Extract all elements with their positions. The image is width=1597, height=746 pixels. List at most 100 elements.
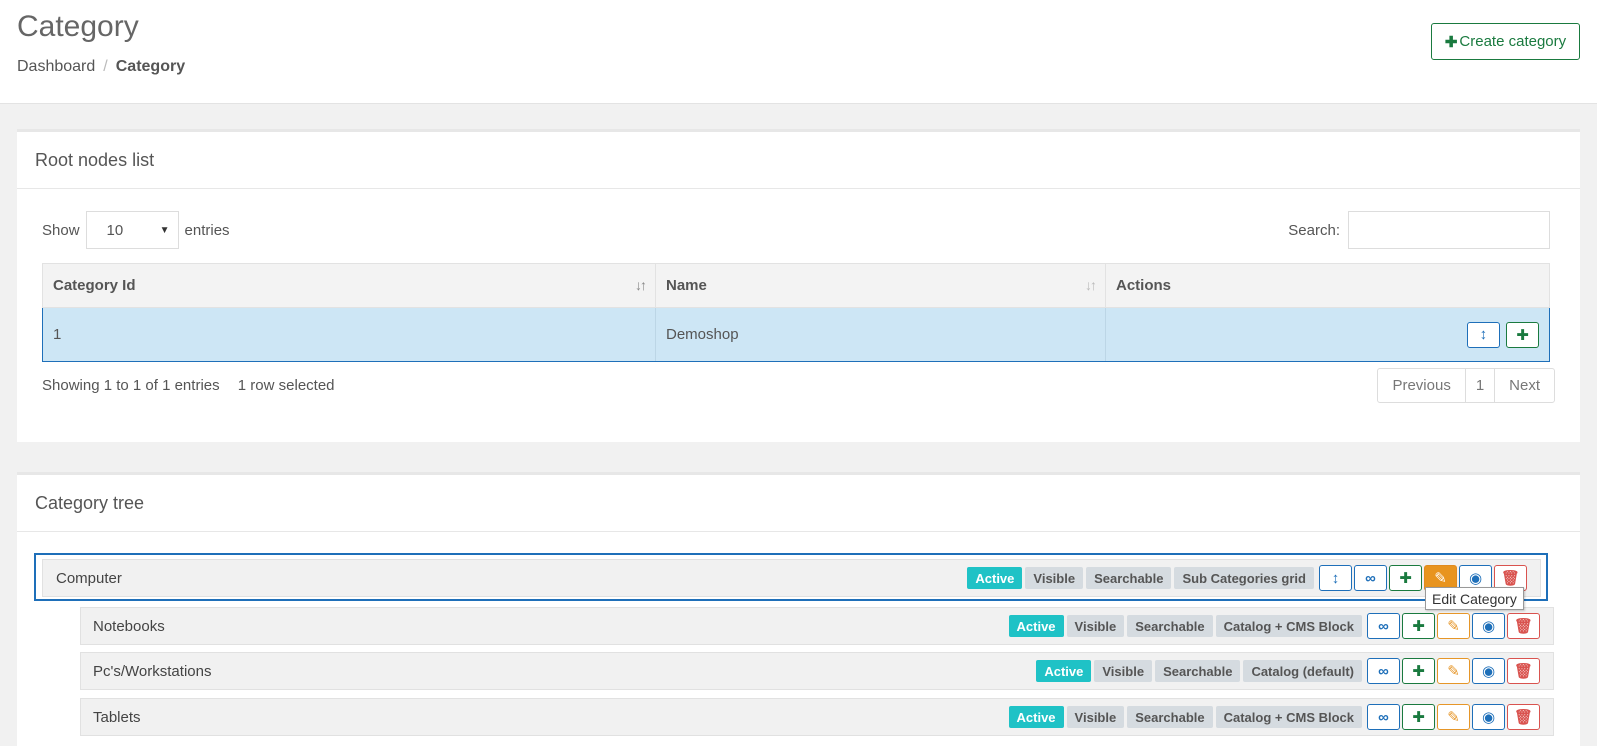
pencil-icon: ✎ (1447, 663, 1460, 680)
vertical-arrows-icon: ↕ (1479, 326, 1488, 343)
status-badge-searchable: Searchable (1127, 706, 1213, 728)
status-badge-searchable: Searchable (1155, 660, 1241, 682)
table-info: Showing 1 to 1 of 1 entries 1 row select… (42, 377, 335, 394)
search-control: Search: (1288, 211, 1550, 249)
root-nodes-table: Category Id ↓↑ Name ↓↑ Actions 1 Demosho… (42, 263, 1550, 362)
tree-node-label: Computer (56, 569, 122, 587)
status-badge-active: Active (1008, 706, 1064, 728)
tree-node-notebooks[interactable]: Notebooks Active Visible Searchable Cata… (80, 607, 1554, 645)
status-badge-active: Active (967, 567, 1023, 589)
link-button[interactable]: ∞ (1367, 704, 1400, 730)
link-button[interactable]: ∞ (1367, 658, 1400, 684)
column-header-category-id[interactable]: Category Id ↓↑ (42, 263, 656, 308)
edit-category-button[interactable]: ✎ (1437, 658, 1470, 684)
add-child-button[interactable]: ✚ (1389, 565, 1422, 591)
add-child-button[interactable]: ✚ (1402, 658, 1435, 684)
panel-title: Category tree (17, 475, 1580, 532)
link-icon: ∞ (1378, 662, 1389, 680)
search-input[interactable] (1348, 211, 1550, 249)
tree-node-controls: Active Visible Searchable Catalog (defau… (1036, 658, 1540, 684)
show-label: Show (42, 221, 80, 239)
tree-node-label: Tablets (93, 708, 141, 726)
column-header-actions: Actions (1105, 263, 1550, 308)
edit-category-tooltip: Edit Category (1425, 587, 1524, 610)
page-length-select[interactable]: 10 ▼ (85, 211, 179, 249)
status-badge-visible: Visible (1066, 706, 1125, 728)
page-1-button[interactable]: 1 (1464, 369, 1494, 402)
add-child-button[interactable]: ✚ (1506, 321, 1539, 348)
eye-icon: ◉ (1481, 663, 1496, 680)
breadcrumb-dashboard-link[interactable]: Dashboard (17, 58, 95, 75)
column-header-name[interactable]: Name ↓↑ (655, 263, 1106, 308)
next-page-button[interactable]: Next (1494, 369, 1554, 402)
previous-page-button[interactable]: Previous (1378, 369, 1464, 402)
tree-node-label: Pc's/Workstations (93, 662, 212, 680)
cell-category-id: 1 (42, 307, 656, 362)
table-row[interactable]: 1 Demoshop ↕ ✚ (42, 307, 1550, 362)
eye-icon: ◉ (1468, 570, 1483, 587)
tree-node-tablets[interactable]: Tablets Active Visible Searchable Catalo… (80, 698, 1554, 736)
status-badge-template: Catalog + CMS Block (1215, 706, 1362, 728)
cell-actions: ↕ ✚ (1105, 307, 1550, 362)
delete-button[interactable]: 🗑 (1507, 613, 1540, 639)
plus-icon: ✚ (1444, 33, 1458, 51)
status-badge-visible: Visible (1094, 660, 1153, 682)
move-button[interactable]: ↕ (1319, 565, 1352, 591)
link-icon: ∞ (1365, 569, 1376, 587)
plus-icon: ✚ (1412, 709, 1425, 726)
create-category-button[interactable]: ✚ Create category (1431, 23, 1580, 60)
view-button[interactable]: ◉ (1472, 613, 1505, 639)
view-button[interactable]: ◉ (1472, 658, 1505, 684)
link-button[interactable]: ∞ (1367, 613, 1400, 639)
pencil-icon: ✎ (1434, 570, 1447, 587)
trash-icon: 🗑 (1500, 570, 1521, 587)
selected-info: 1 row selected (237, 377, 335, 394)
edit-category-button[interactable]: ✎ (1437, 704, 1470, 730)
tree-node-pcs-workstations[interactable]: Pc's/Workstations Active Visible Searcha… (80, 652, 1554, 690)
page-title: Category (17, 10, 139, 43)
tree-node-computer[interactable]: Computer Active Visible Searchable Sub C… (42, 559, 1541, 597)
search-label: Search: (1288, 221, 1340, 239)
sort-both-icon: ↓↑ (1085, 277, 1097, 293)
edit-category-button[interactable]: ✎ (1437, 613, 1470, 639)
panel-title: Root nodes list (17, 132, 1580, 189)
pagination: Previous 1 Next (1377, 368, 1555, 403)
plus-icon: ✚ (1399, 570, 1412, 587)
eye-icon: ◉ (1481, 618, 1496, 635)
vertical-arrows-icon: ↕ (1331, 569, 1340, 587)
status-badge-visible: Visible (1066, 615, 1125, 637)
root-nodes-panel: Root nodes list Show 10 ▼ entries Search… (17, 129, 1580, 442)
page-length-value: 10 (106, 221, 124, 239)
caret-down-icon: ▼ (159, 224, 170, 236)
plus-icon: ✚ (1516, 326, 1529, 344)
trash-icon: 🗑 (1513, 709, 1534, 726)
entries-label: entries (184, 221, 230, 239)
add-child-button[interactable]: ✚ (1402, 613, 1435, 639)
add-child-button[interactable]: ✚ (1402, 704, 1435, 730)
link-icon: ∞ (1378, 708, 1389, 726)
eye-icon: ◉ (1481, 709, 1496, 726)
view-button[interactable]: ◉ (1472, 704, 1505, 730)
status-badge-searchable: Searchable (1086, 567, 1172, 589)
link-icon: ∞ (1378, 617, 1389, 635)
breadcrumb: Dashboard / Category (17, 58, 185, 76)
plus-icon: ✚ (1412, 618, 1425, 635)
breadcrumb-current: Category (115, 58, 186, 75)
breadcrumb-separator: / (103, 58, 108, 75)
status-badge-template: Catalog (default) (1243, 660, 1362, 682)
pencil-icon: ✎ (1447, 618, 1460, 635)
create-category-label: Create category (1459, 33, 1567, 50)
status-badge-visible: Visible (1025, 567, 1084, 589)
move-button[interactable]: ↕ (1466, 321, 1500, 348)
trash-icon: 🗑 (1513, 618, 1534, 635)
delete-button[interactable]: 🗑 (1507, 704, 1540, 730)
status-badge-searchable: Searchable (1127, 615, 1213, 637)
page-length-control: Show 10 ▼ entries (42, 211, 230, 249)
sort-ascending-icon: ↓↑ (635, 277, 647, 293)
delete-button[interactable]: 🗑 (1507, 658, 1540, 684)
tree-node-controls: Active Visible Searchable Catalog + CMS … (1008, 704, 1540, 730)
link-button[interactable]: ∞ (1354, 565, 1387, 591)
tree-node-controls: Active Visible Searchable Catalog + CMS … (1008, 613, 1540, 639)
status-badge-active: Active (1036, 660, 1092, 682)
status-badge-active: Active (1008, 615, 1064, 637)
